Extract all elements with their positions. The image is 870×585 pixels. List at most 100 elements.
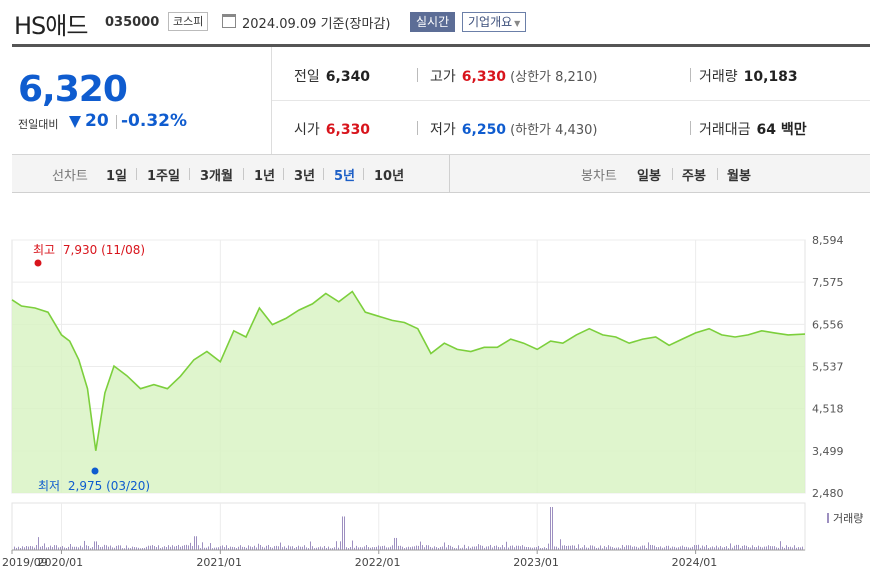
volume-bar bbox=[398, 545, 399, 550]
volume-bar bbox=[524, 546, 525, 550]
y-tick-label: 8,594 bbox=[812, 234, 844, 247]
volume-bar bbox=[600, 545, 601, 550]
volume-bar bbox=[520, 546, 521, 550]
volume-bar bbox=[736, 544, 737, 550]
candle-daily[interactable]: 일봉 bbox=[637, 165, 661, 184]
volume-bar bbox=[54, 545, 55, 550]
volume-bar bbox=[668, 545, 669, 550]
change-label: 전일대비 bbox=[18, 118, 59, 131]
volume-bar bbox=[178, 544, 179, 550]
volume-bar bbox=[168, 545, 169, 550]
volume-bar bbox=[450, 545, 451, 550]
volume-bar bbox=[352, 540, 353, 550]
volume-bar bbox=[428, 545, 429, 550]
volume-bar bbox=[38, 537, 39, 550]
volume-bar bbox=[758, 545, 759, 550]
volume-bar bbox=[96, 541, 97, 550]
volume-bar bbox=[560, 539, 561, 550]
volume-bar bbox=[98, 544, 99, 550]
volume-bar bbox=[312, 546, 313, 550]
volume-bar bbox=[672, 546, 673, 550]
volume-bar bbox=[584, 545, 585, 550]
volume-bar bbox=[478, 544, 479, 550]
change-divider bbox=[116, 115, 117, 129]
volume-bar bbox=[324, 546, 325, 550]
volume-bar bbox=[496, 545, 497, 550]
volume-bar bbox=[568, 545, 569, 550]
volume-bar bbox=[344, 516, 345, 550]
candle-monthly[interactable]: 월봉 bbox=[727, 165, 751, 184]
high-annotation: 최고 7,930 (11/08) bbox=[33, 243, 145, 257]
volume-bar bbox=[198, 545, 199, 550]
volume-bar bbox=[502, 545, 503, 550]
volume-bar bbox=[780, 541, 781, 550]
y-tick-label: 6,556 bbox=[812, 318, 844, 331]
volume-bar bbox=[538, 545, 539, 550]
upper-limit: (상한가 8,210) bbox=[510, 70, 598, 85]
period-1w[interactable]: 1주일 bbox=[147, 165, 180, 184]
volume-bar bbox=[280, 542, 281, 550]
y-tick-label: 7,575 bbox=[812, 276, 844, 289]
volume-bar bbox=[106, 545, 107, 550]
volume-bar bbox=[610, 546, 611, 550]
period-divider bbox=[189, 168, 190, 180]
stat-value: 6,330 bbox=[461, 69, 507, 85]
stats-row-divider bbox=[272, 100, 870, 101]
candle-weekly[interactable]: 주봉 bbox=[682, 165, 706, 184]
volume-bar bbox=[26, 546, 27, 550]
stat-divider bbox=[690, 68, 691, 82]
volume-bar bbox=[480, 545, 481, 550]
period-1d[interactable]: 1일 bbox=[106, 165, 127, 184]
volume-bar bbox=[226, 545, 227, 550]
volume-bar bbox=[444, 542, 445, 550]
volume-bar bbox=[396, 537, 397, 550]
period-divider bbox=[243, 168, 244, 180]
volume-bar bbox=[574, 545, 575, 550]
volume-bar bbox=[190, 542, 191, 550]
volume-bar bbox=[488, 546, 489, 550]
volume-bar bbox=[738, 544, 739, 550]
current-price: 6,320 bbox=[18, 69, 128, 110]
stat-divider bbox=[417, 121, 418, 135]
volume-bar bbox=[570, 545, 571, 550]
volume-bar bbox=[564, 545, 565, 550]
volume-bar bbox=[328, 546, 329, 550]
y-axis: 8,594 7,575 6,556 5,537 4,518 3,499 2,480 bbox=[812, 234, 844, 500]
volume-bar bbox=[28, 546, 29, 550]
volume-bar bbox=[768, 545, 769, 550]
company-overview-button[interactable]: 기업개요 ▼ bbox=[462, 12, 527, 32]
volume-bar bbox=[682, 545, 683, 550]
stat-value: 6,250 bbox=[461, 122, 507, 138]
volume-bar bbox=[416, 545, 417, 550]
period-5y[interactable]: 5년 bbox=[334, 165, 355, 184]
high-marker bbox=[34, 259, 42, 267]
period-1y[interactable]: 1년 bbox=[254, 165, 275, 184]
volume-bar bbox=[644, 545, 645, 550]
volume-bar bbox=[554, 546, 555, 550]
volume-bar bbox=[630, 545, 631, 550]
realtime-button[interactable]: 실시간 bbox=[410, 12, 456, 32]
volume-bar bbox=[80, 545, 81, 550]
volume-bar bbox=[44, 543, 45, 550]
volume-bar bbox=[220, 546, 221, 550]
volume-bar bbox=[30, 545, 31, 550]
volume-bar bbox=[562, 545, 563, 550]
volume-bar bbox=[640, 546, 641, 550]
stat-label: 거래량 bbox=[699, 69, 738, 85]
calendar-icon bbox=[222, 14, 236, 28]
volume-bar bbox=[468, 546, 469, 550]
volume-bar bbox=[278, 546, 279, 550]
volume-bar bbox=[86, 545, 87, 550]
volume-bar bbox=[474, 546, 475, 550]
volume-bar bbox=[634, 546, 635, 550]
volume-bar bbox=[182, 545, 183, 550]
low-label: 최저 bbox=[38, 479, 60, 493]
volume-bar bbox=[56, 545, 57, 550]
period-3y[interactable]: 3년 bbox=[294, 165, 315, 184]
period-10y[interactable]: 10년 bbox=[374, 165, 404, 184]
period-3m[interactable]: 3개월 bbox=[200, 165, 233, 184]
volume-bar bbox=[490, 544, 491, 550]
volume-bar bbox=[126, 545, 127, 550]
volume-bar bbox=[578, 544, 579, 550]
volume-bar bbox=[42, 545, 43, 550]
